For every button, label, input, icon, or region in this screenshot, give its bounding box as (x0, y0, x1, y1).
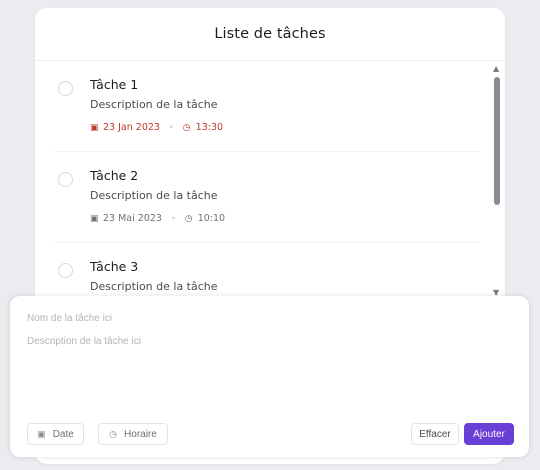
calendar-icon: ▣ (90, 213, 99, 224)
task-checkbox[interactable] (58, 172, 73, 187)
card-header: Liste de tâches (35, 8, 505, 61)
meta-separator: • (168, 123, 174, 132)
clock-icon: ◷ (184, 213, 193, 224)
task-description: Description de la tâche (90, 98, 218, 111)
calendar-icon: ▣ (90, 122, 99, 133)
task-name-input[interactable] (27, 313, 507, 324)
clock-icon: ◷ (109, 428, 118, 439)
task-meta: ▣ 23 Jan 2023 • ◷ 13:30 (90, 122, 223, 133)
calendar-icon: ▣ (37, 428, 46, 439)
task-title: Tâche 2 (90, 168, 139, 183)
scrollbar[interactable]: ▲ ▼ (491, 65, 503, 297)
task-time: 10:10 (197, 213, 226, 224)
clear-button-label: Effacer (419, 428, 451, 440)
task-description: Description de la tâche (90, 280, 218, 293)
time-button-label: Horaire (124, 428, 157, 440)
task-description-input[interactable] (27, 336, 507, 347)
task-item-1[interactable]: Tâche 1 Description de la tâche ▣ 23 Jan… (55, 61, 478, 152)
task-title: Tâche 3 (90, 259, 139, 274)
time-button[interactable]: ◷ Horaire (98, 423, 168, 445)
date-button[interactable]: ▣ Date (27, 423, 84, 445)
meta-separator: • (170, 214, 176, 223)
task-date: 23 Jan 2023 (103, 122, 160, 133)
page-title: Liste de tâches (214, 26, 326, 42)
new-task-form: ▣ Date ◷ Horaire Effacer Ajouter (10, 296, 529, 457)
task-title: Tâche 1 (90, 77, 139, 92)
task-checkbox[interactable] (58, 81, 73, 96)
scroll-thumb[interactable] (494, 77, 500, 205)
task-description: Description de la tâche (90, 189, 218, 202)
add-button-label: Ajouter (473, 428, 505, 440)
add-button[interactable]: Ajouter (464, 423, 514, 445)
clock-icon: ◷ (182, 122, 191, 133)
scroll-up-arrow-icon[interactable]: ▲ (493, 65, 499, 73)
task-checkbox[interactable] (58, 263, 73, 278)
task-item-2[interactable]: Tâche 2 Description de la tâche ▣ 23 Mai… (55, 152, 478, 243)
date-button-label: Date (52, 428, 74, 440)
task-date: 23 Mai 2023 (103, 213, 162, 224)
task-time: 13:30 (195, 122, 224, 133)
task-meta: ▣ 23 Mai 2023 • ◷ 10:10 (90, 213, 225, 224)
clear-button[interactable]: Effacer (411, 423, 459, 445)
